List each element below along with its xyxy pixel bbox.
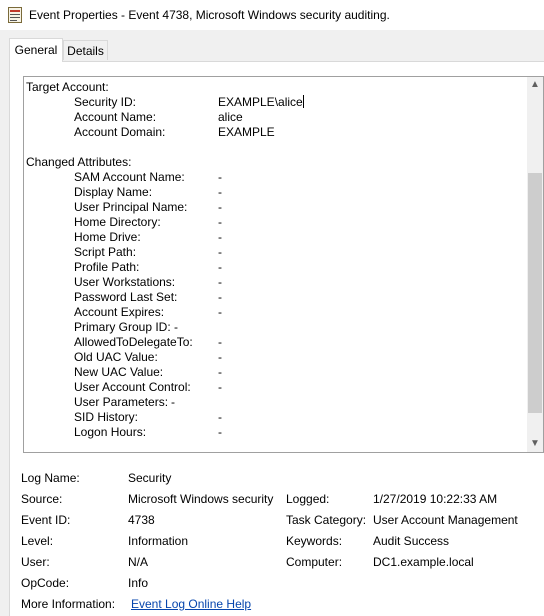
title-bar: Event Properties - Event 4738, Microsoft…: [0, 0, 544, 31]
opcode-label: OpCode:: [21, 576, 70, 590]
attr-label: User Principal Name:: [74, 200, 188, 214]
attr-value: -: [218, 380, 222, 394]
attr-label: Home Directory:: [74, 215, 161, 229]
text-caret: [302, 95, 304, 108]
opcode-value: Info: [128, 576, 149, 590]
tab-general[interactable]: General: [9, 38, 63, 62]
tab-strip: General Details: [0, 38, 544, 62]
attr-label: SAM Account Name:: [74, 170, 185, 184]
attr-label: SID History:: [74, 410, 139, 424]
level-value: Information: [128, 534, 189, 548]
tab-details-label: Details: [67, 44, 104, 58]
window-title: Event Properties - Event 4738, Microsoft…: [29, 8, 390, 22]
attr-value: -: [218, 425, 222, 439]
event-viewer-icon: [8, 7, 22, 23]
attr-value: -: [218, 335, 222, 349]
attr-label: User Workstations:: [74, 275, 176, 289]
attr-value: -: [218, 230, 222, 244]
account-domain-value: EXAMPLE: [218, 125, 275, 139]
task-category-value: User Account Management: [373, 513, 518, 527]
task-category-label: Task Category:: [286, 513, 367, 527]
attr-label: Display Name:: [74, 185, 153, 199]
attr-label: Password Last Set:: [74, 290, 178, 304]
attr-value: -: [218, 170, 222, 184]
account-name-value: alice: [218, 110, 243, 124]
attr-value: -: [218, 200, 222, 214]
attr-label: AllowedToDelegateTo:: [74, 335, 193, 349]
security-id-label: Security ID:: [74, 95, 137, 109]
attr-label: Home Drive:: [74, 230, 141, 244]
attr-label: Profile Path:: [74, 260, 140, 274]
attr-value: -: [218, 410, 222, 424]
attr-value: -: [218, 245, 222, 259]
attr-value: -: [218, 260, 222, 274]
log-name-value: Security: [128, 471, 172, 485]
attr-value: -: [218, 275, 222, 289]
scroll-up-icon[interactable]: ▲: [527, 77, 543, 93]
security-id-value: EXAMPLE\alice: [218, 95, 304, 109]
attr-label: User Account Control:: [74, 380, 191, 394]
keywords-label: Keywords:: [286, 534, 343, 548]
tab-general-label: General: [14, 43, 58, 57]
attr-value: -: [218, 290, 222, 304]
more-information-label: More Information:: [21, 597, 116, 611]
attr-value: -: [218, 365, 222, 379]
user-value: N/A: [128, 555, 149, 569]
attr-value: -: [171, 395, 175, 409]
tab-details[interactable]: Details: [63, 40, 108, 60]
logged-value: 1/27/2019 10:22:33 AM: [373, 492, 498, 506]
user-label: User:: [21, 555, 50, 569]
account-domain-label: Account Domain:: [74, 125, 166, 139]
description-scrollbar[interactable]: ▲ ▼: [527, 77, 543, 452]
source-label: Source:: [21, 492, 63, 506]
logged-label: Logged:: [286, 492, 330, 506]
attr-label: Logon Hours:: [74, 425, 147, 439]
event-id-value: 4738: [128, 513, 155, 527]
attr-label: Account Expires:: [74, 305, 165, 319]
account-name-label: Account Name:: [74, 110, 157, 124]
event-id-label: Event ID:: [21, 513, 71, 527]
scroll-thumb[interactable]: [528, 173, 542, 413]
attr-label: New UAC Value:: [74, 365, 164, 379]
log-name-label: Log Name:: [21, 471, 80, 485]
attr-label: Old UAC Value:: [74, 350, 158, 364]
source-value: Microsoft Windows security: [128, 492, 274, 506]
event-log-online-help-link[interactable]: Event Log Online Help: [131, 597, 251, 611]
target-account-header: Target Account:: [26, 80, 109, 94]
level-label: Level:: [21, 534, 54, 548]
attr-value: -: [218, 350, 222, 364]
keywords-value: Audit Success: [373, 534, 450, 548]
changed-attributes-header: Changed Attributes:: [26, 155, 132, 169]
attr-value: -: [218, 305, 222, 319]
attr-label: Script Path:: [74, 245, 137, 259]
scroll-down-icon[interactable]: ▼: [527, 436, 543, 452]
event-description-textbox[interactable]: Target Account: Security ID: EXAMPLE\ali…: [23, 76, 544, 453]
attr-value: -: [218, 215, 222, 229]
computer-value: DC1.example.local: [373, 555, 474, 569]
attr-label: Primary Group ID: -: [74, 320, 179, 334]
attr-label: User Parameters:: [74, 395, 169, 409]
attr-value: -: [218, 185, 222, 199]
computer-label: Computer:: [286, 555, 343, 569]
